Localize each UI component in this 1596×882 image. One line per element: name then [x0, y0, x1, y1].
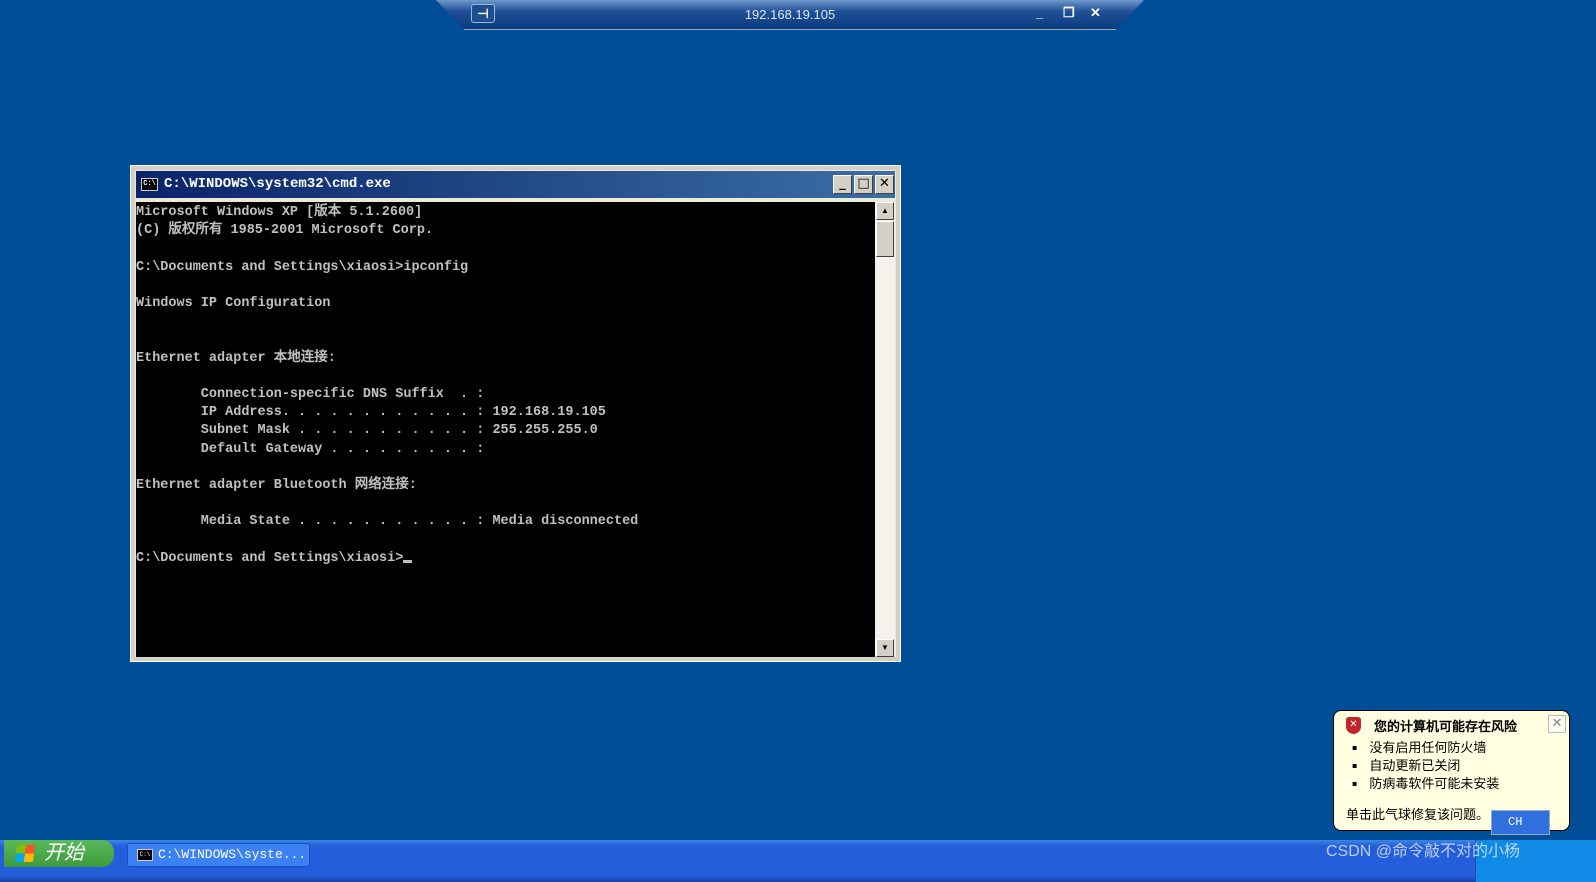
start-label: 开始: [44, 842, 84, 864]
cmd-window: C:\ C:\WINDOWS\system32\cmd.exe _ □ ✕ Mi…: [130, 165, 901, 662]
cmd-icon: C:\: [141, 178, 158, 191]
close-button[interactable]: ✕: [875, 175, 894, 194]
windows-logo-icon: [14, 845, 36, 862]
security-shield-icon: ✕: [1346, 717, 1361, 734]
taskbar-button-cmd[interactable]: C:\ C:\WINDOWS\syste...: [127, 843, 310, 867]
restore-button[interactable]: ❐: [1063, 5, 1075, 21]
balloon-item: 没有启用任何防火墙: [1352, 739, 1499, 757]
console-line: Microsoft Windows XP [版本 5.1.2600]: [136, 205, 423, 220]
minimize-button[interactable]: _: [1036, 5, 1043, 20]
cmd-icon: C:\: [137, 849, 153, 861]
start-button[interactable]: 开始: [4, 840, 114, 867]
console-line: Default Gateway . . . . . . . . . :: [136, 441, 485, 457]
scroll-up-arrow-icon[interactable]: ▲: [876, 202, 894, 220]
watermark: CSDN @命令敲不对的小杨: [1326, 843, 1521, 860]
remote-desktop-connection-bar: ⊣ 192.168.19.105 _ ❐ ✕: [436, 0, 1144, 30]
balloon-item: 防病毒软件可能未安装: [1352, 775, 1499, 793]
cmd-title-bar[interactable]: C:\ C:\WINDOWS\system32\cmd.exe _ □ ✕: [136, 171, 895, 198]
ime-indicator[interactable]: CH: [1491, 810, 1550, 835]
scroll-thumb[interactable]: [876, 221, 894, 257]
console-line: Media State . . . . . . . . . . . : Medi…: [136, 514, 639, 530]
console-line: Windows IP Configuration: [136, 296, 331, 312]
console-line: (C) 版权所有 1985-2001 Microsoft Corp.: [136, 223, 434, 239]
maximize-button[interactable]: □: [854, 175, 873, 194]
minimize-button[interactable]: _: [833, 175, 852, 194]
close-icon[interactable]: ✕: [1548, 715, 1566, 733]
balloon-item: 自动更新已关闭: [1352, 757, 1499, 775]
close-button[interactable]: ✕: [1090, 5, 1101, 21]
balloon-title: 您的计算机可能存在风险: [1374, 720, 1518, 735]
vertical-scrollbar[interactable]: ▲ ▼: [875, 202, 895, 657]
console-output[interactable]: Microsoft Windows XP [版本 5.1.2600] (C) 版权…: [136, 202, 875, 657]
console-line: Connection-specific DNS Suffix . :: [136, 387, 485, 403]
console-line: Ethernet adapter Bluetooth 网络连接:: [136, 478, 417, 494]
console-line: C:\Documents and Settings\xiaosi>: [136, 550, 875, 568]
console-line: C:\Documents and Settings\xiaosi>ipconfi…: [136, 259, 469, 275]
cmd-title: C:\WINDOWS\system32\cmd.exe: [164, 176, 391, 192]
console-line: IP Address. . . . . . . . . . . . : 192.…: [136, 405, 606, 421]
taskbar-button-label: C:\WINDOWS\syste...: [158, 847, 307, 862]
text-cursor: [403, 559, 413, 563]
console-line: Ethernet adapter 本地连接:: [136, 350, 336, 366]
balloon-action[interactable]: 单击此气球修复该问题。: [1346, 804, 1489, 823]
scroll-down-arrow-icon[interactable]: ▼: [876, 639, 894, 657]
console-line: Subnet Mask . . . . . . . . . . . : 255.…: [136, 423, 598, 439]
